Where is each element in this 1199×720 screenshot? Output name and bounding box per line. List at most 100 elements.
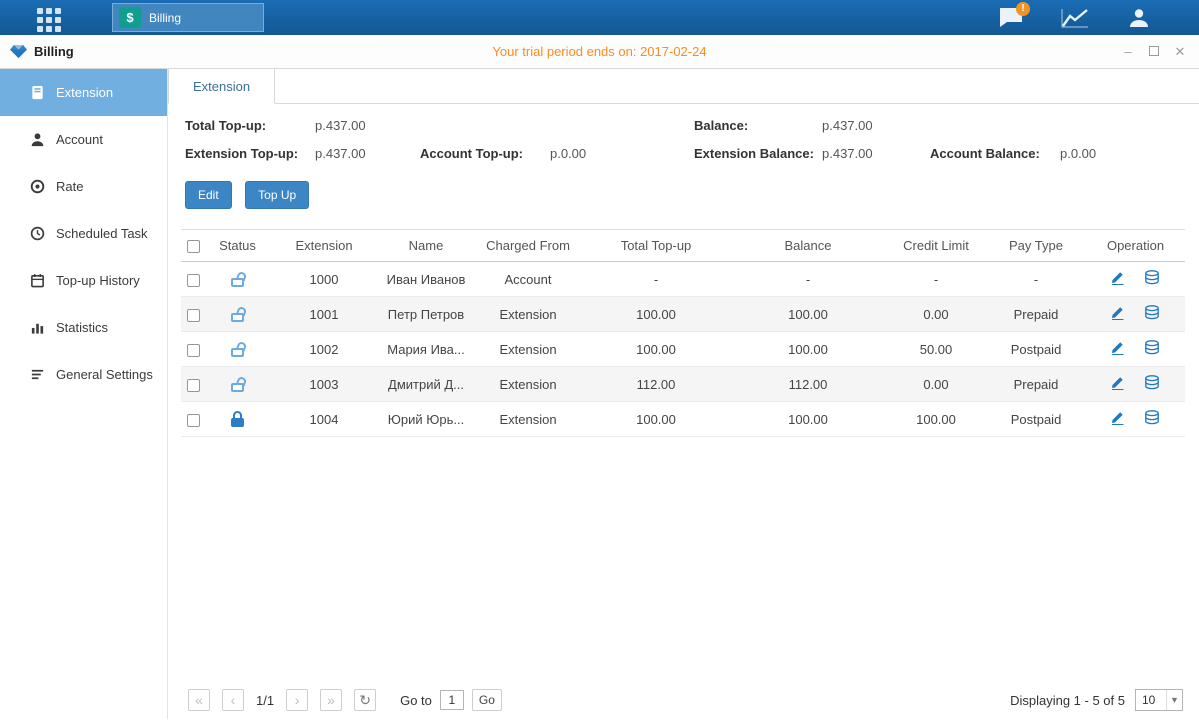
action-buttons: Edit Top Up [185, 181, 1199, 209]
sidebar-item-scheduled-task[interactable]: Scheduled Task [0, 210, 167, 257]
calendar-icon [30, 273, 45, 288]
sidebar: Extension Account Rate Scheduled Task To… [0, 69, 168, 719]
cell-pay-type: Prepaid [986, 367, 1086, 402]
topbar-tab-billing[interactable]: $ Billing [112, 3, 264, 32]
go-button[interactable]: Go [472, 689, 502, 711]
edit-icon[interactable] [1111, 410, 1125, 428]
minimize-button[interactable]: – [1121, 44, 1135, 59]
edit-icon[interactable] [1111, 340, 1125, 358]
col-balance: Balance [730, 230, 886, 262]
col-pay-type: Pay Type [986, 230, 1086, 262]
cell-balance: 100.00 [730, 332, 886, 367]
cell-name: Иван Иванов [378, 262, 474, 297]
cell-pay-type: - [986, 262, 1086, 297]
edit-icon[interactable] [1111, 305, 1125, 323]
top-up-icon[interactable] [1144, 305, 1160, 323]
maximize-button[interactable] [1147, 44, 1161, 59]
app-launcher-icon[interactable] [37, 8, 61, 32]
sidebar-item-label: Account [56, 132, 103, 147]
prev-page-button[interactable]: ‹ [222, 689, 244, 711]
cell-charged-from: Extension [474, 367, 582, 402]
cell-balance: 100.00 [730, 297, 886, 332]
edit-icon[interactable] [1111, 375, 1125, 393]
row-checkbox[interactable] [187, 309, 200, 322]
sidebar-item-rate[interactable]: Rate [0, 163, 167, 210]
window-title: Billing [34, 44, 74, 59]
cell-total-topup: 112.00 [582, 367, 730, 402]
topbar-tab-label: Billing [149, 11, 181, 25]
edit-icon[interactable] [1111, 270, 1125, 288]
close-button[interactable]: ✕ [1173, 44, 1187, 60]
summary-value: p.437.00 [315, 118, 420, 133]
sidebar-item-topup-history[interactable]: Top-up History [0, 257, 167, 304]
summary-label: Balance: [694, 118, 822, 133]
tab-extension[interactable]: Extension [168, 69, 275, 104]
cell-total-topup: 100.00 [582, 297, 730, 332]
col-total-topup: Total Top-up [582, 230, 730, 262]
clock-icon [30, 226, 45, 241]
cell-name: Юрий Юрь... [378, 402, 474, 437]
cell-charged-from: Extension [474, 402, 582, 437]
top-up-icon[interactable] [1144, 375, 1160, 393]
cell-pay-type: Postpaid [986, 332, 1086, 367]
sidebar-item-label: General Settings [56, 367, 153, 382]
cell-credit-limit: 100.00 [886, 402, 986, 437]
page-size-select[interactable]: 10 ▼ [1135, 689, 1183, 711]
cell-charged-from: Extension [474, 297, 582, 332]
status-lock-icon [230, 306, 245, 322]
account-person-icon [30, 132, 45, 147]
sidebar-item-general-settings[interactable]: General Settings [0, 351, 167, 398]
extension-table: Status Extension Name Charged From Total… [181, 229, 1185, 437]
cell-total-topup: 100.00 [582, 332, 730, 367]
table-row: 1003 Дмитрий Д... Extension 112.00 112.0… [181, 367, 1185, 402]
messages-icon[interactable]: ! [997, 6, 1025, 30]
extension-book-icon [30, 85, 45, 100]
status-lock-icon [230, 271, 245, 287]
top-up-icon[interactable] [1144, 270, 1160, 288]
cell-extension: 1000 [270, 262, 378, 297]
cell-extension: 1001 [270, 297, 378, 332]
goto-label: Go to [400, 693, 432, 708]
cell-pay-type: Prepaid [986, 297, 1086, 332]
next-page-button[interactable]: › [286, 689, 308, 711]
trial-notice: Your trial period ends on: 2017-02-24 [0, 44, 1199, 59]
cell-credit-limit: 0.00 [886, 367, 986, 402]
edit-button[interactable]: Edit [185, 181, 232, 209]
notification-badge: ! [1016, 2, 1030, 16]
window-titlebar: Billing Your trial period ends on: 2017-… [0, 35, 1199, 69]
table-header-row: Status Extension Name Charged From Total… [181, 230, 1185, 262]
goto-page-input[interactable] [440, 690, 464, 710]
displaying-text: Displaying 1 - 5 of 5 [1010, 693, 1125, 708]
user-account-icon[interactable] [1125, 6, 1153, 30]
dollar-icon: $ [119, 7, 141, 28]
row-checkbox[interactable] [187, 274, 200, 287]
refresh-icon[interactable]: ↻ [354, 689, 376, 711]
sidebar-item-account[interactable]: Account [0, 116, 167, 163]
row-checkbox[interactable] [187, 414, 200, 427]
cell-extension: 1002 [270, 332, 378, 367]
balance-summary: Total Top-up: p.437.00 Balance: p.437.00… [185, 118, 1199, 161]
top-up-icon[interactable] [1144, 410, 1160, 428]
top-up-icon[interactable] [1144, 340, 1160, 358]
cell-name: Дмитрий Д... [378, 367, 474, 402]
rate-coin-icon [30, 179, 45, 194]
sidebar-item-extension[interactable]: Extension [0, 69, 167, 116]
tab-strip: Extension [168, 69, 1199, 104]
select-all-checkbox[interactable] [187, 240, 200, 253]
row-checkbox[interactable] [187, 379, 200, 392]
main-content: Extension Total Top-up: p.437.00 Balance… [168, 69, 1199, 719]
sidebar-item-label: Extension [56, 85, 113, 100]
last-page-button[interactable]: » [320, 689, 342, 711]
top-up-button[interactable]: Top Up [245, 181, 309, 209]
col-charged-from: Charged From [474, 230, 582, 262]
cell-credit-limit: 0.00 [886, 297, 986, 332]
cell-extension: 1003 [270, 367, 378, 402]
sidebar-item-statistics[interactable]: Statistics [0, 304, 167, 351]
cell-balance: 112.00 [730, 367, 886, 402]
row-checkbox[interactable] [187, 344, 200, 357]
pagination-bar: « ‹ 1/1 › » ↻ Go to Go Displaying 1 - 5 … [188, 689, 1183, 711]
summary-value: p.0.00 [1060, 146, 1195, 161]
status-lock-icon [230, 411, 245, 427]
statistics-chart-icon[interactable] [1061, 6, 1089, 30]
first-page-button[interactable]: « [188, 689, 210, 711]
